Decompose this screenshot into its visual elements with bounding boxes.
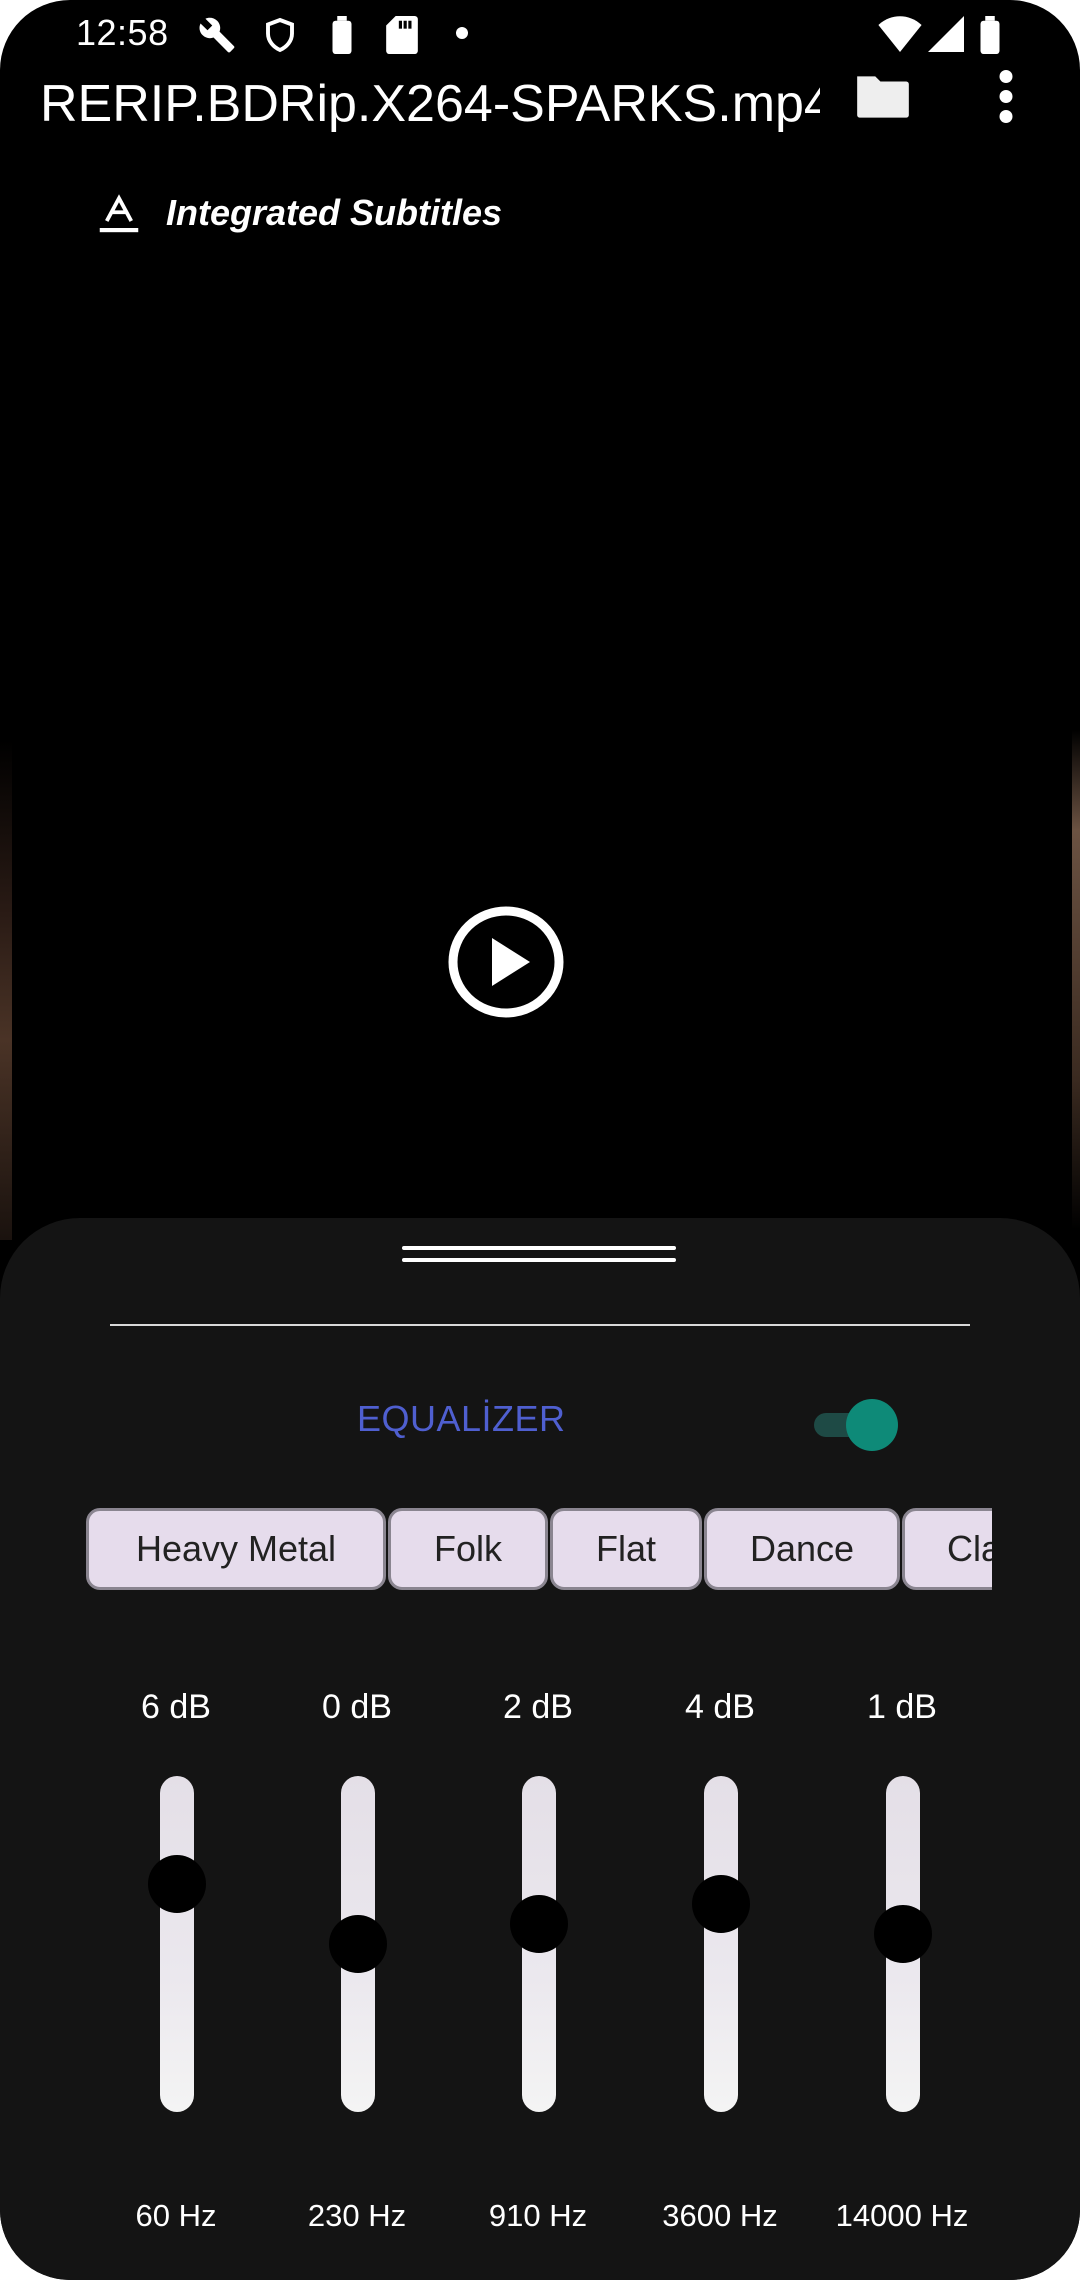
wrench-icon [199, 17, 235, 53]
status-time: 12:58 [76, 12, 169, 53]
file-title: RERIP.BDRip.X264-SPARKS.mp4 [40, 75, 820, 133]
preset-list[interactable]: Heavy Metal Folk Flat Dance Classical [86, 1508, 992, 1598]
battery-icon [980, 16, 1000, 54]
toggle-thumb [846, 1399, 898, 1451]
preset-chip[interactable]: Heavy Metal [86, 1508, 386, 1590]
video-frame-edge [0, 740, 12, 1240]
band-slider-track[interactable] [160, 1776, 194, 2112]
folder-icon[interactable] [852, 66, 914, 128]
divider [110, 1324, 970, 1326]
top-app-bar: RERIP.BDRip.X264-SPARKS.mp4 [0, 66, 1080, 166]
equalizer-toggle[interactable] [810, 1394, 902, 1454]
screen: 12:58 RERIP.BDRip.X264-SPARKS.mp4 Integr… [0, 0, 1080, 2280]
equalizer-bottom-sheet: EQUALİZER Heavy Metal Folk Flat Dance Cl… [0, 1218, 1080, 2280]
status-bar: 12:58 [0, 0, 1080, 66]
eq-band: 6 dB 60 Hz [86, 1688, 266, 2248]
eq-band: 4 dB 3600 Hz [630, 1688, 810, 2248]
battery-saver-icon [332, 16, 352, 54]
drag-handle[interactable] [402, 1246, 676, 1268]
signal-icon [928, 16, 964, 52]
band-gain: 0 dB [322, 1688, 392, 1726]
band-gain: 2 dB [503, 1688, 573, 1726]
more-vert-icon[interactable] [980, 64, 1032, 134]
band-gain: 6 dB [141, 1688, 211, 1726]
preset-chip[interactable]: Classical [902, 1508, 992, 1590]
band-frequency: 230 Hz [307, 2198, 407, 2233]
preset-chip[interactable]: Flat [550, 1508, 702, 1590]
band-frequency: 14000 Hz [835, 2198, 969, 2233]
eq-band: 2 dB 910 Hz [448, 1688, 628, 2248]
band-frequency: 60 Hz [135, 2198, 217, 2233]
band-frequency: 910 Hz [488, 2198, 588, 2233]
band-slider-thumb[interactable] [874, 1904, 932, 1963]
preset-chip[interactable]: Dance [704, 1508, 900, 1590]
band-gain: 1 dB [867, 1688, 937, 1726]
shield-icon [266, 17, 294, 53]
play-circle-icon[interactable] [446, 904, 566, 1020]
band-gain: 4 dB [685, 1688, 755, 1726]
eq-band: 0 dB 230 Hz [267, 1688, 447, 2248]
sd-card-icon [386, 16, 418, 54]
dot-icon [456, 27, 468, 39]
subtitle-label: Integrated Subtitles [166, 192, 503, 233]
subtitle-icon [99, 194, 139, 233]
preset-chip[interactable]: Folk [388, 1508, 548, 1590]
band-slider-thumb[interactable] [692, 1874, 750, 1933]
band-slider-track[interactable] [704, 1776, 738, 2112]
video-frame-edge [1072, 730, 1080, 1230]
band-slider-thumb[interactable] [510, 1894, 568, 1953]
wifi-icon [878, 16, 922, 52]
equalizer-title: EQUALİZER [357, 1398, 566, 1439]
band-slider-thumb[interactable] [148, 1854, 206, 1913]
band-frequency: 3600 Hz [662, 2198, 778, 2233]
eq-band: 1 dB 14000 Hz [812, 1688, 992, 2248]
band-slider-thumb[interactable] [329, 1915, 387, 1973]
